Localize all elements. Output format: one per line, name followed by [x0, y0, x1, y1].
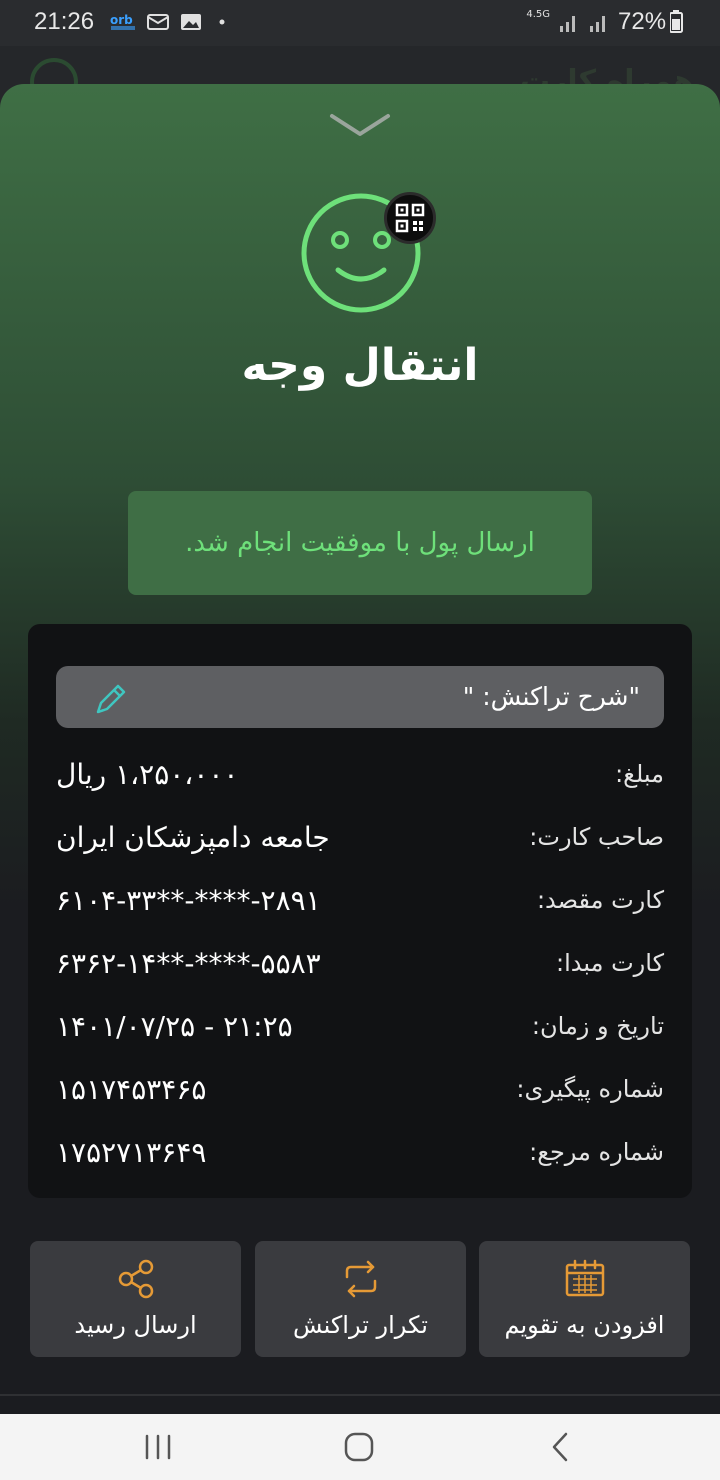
recent-apps-icon[interactable]	[133, 1422, 183, 1472]
source-card-label: کارت مبدا:	[556, 949, 664, 977]
orb-icon: orb	[110, 13, 135, 30]
description-text: "شرح تراکنش: "	[462, 682, 640, 711]
add-to-calendar-label: افزودن به تقویم	[504, 1311, 665, 1339]
reference-number-label: شماره مرجع:	[529, 1138, 664, 1166]
pencil-edit-icon[interactable]	[92, 680, 130, 718]
battery-icon	[670, 10, 683, 33]
battery-percent: 72%	[618, 8, 667, 35]
chevron-down-icon[interactable]	[328, 110, 392, 140]
datetime-value: ۱۴۰۱/۰۷/۲۵ - ۲۱:۲۵	[56, 1010, 293, 1043]
amount-label: مبلغ:	[615, 760, 664, 788]
qr-badge[interactable]	[384, 192, 436, 244]
image-icon	[181, 14, 201, 30]
destination-card-value: ۶۱۰۴-۳۳**-****-۲۸۹۱	[56, 884, 321, 917]
send-receipt-button[interactable]: ارسال رسید	[30, 1241, 241, 1357]
share-icon	[118, 1259, 154, 1299]
qr-code-icon	[395, 203, 425, 233]
amount-value: ۱،۲۵۰،۰۰۰ ریال	[56, 758, 239, 791]
page-title: انتقال وجه	[241, 340, 479, 391]
back-icon[interactable]	[536, 1422, 586, 1472]
signal-icon	[560, 16, 605, 32]
divider	[0, 1394, 720, 1396]
source-card-value: ۶۳۶۲-۱۴**-****-۵۵۸۳	[56, 947, 321, 980]
add-to-calendar-button[interactable]: افزودن به تقویم	[479, 1241, 690, 1357]
success-message: ارسال پول با موفقیت انجام شد.	[128, 491, 592, 595]
card-owner-label: صاحب کارت:	[529, 823, 664, 851]
network-type: 4.5G	[526, 9, 550, 20]
calendar-icon	[565, 1259, 605, 1297]
destination-card-label: کارت مقصد:	[536, 886, 664, 914]
reference-number-value: ۱۷۵۲۷۱۳۶۴۹	[56, 1136, 207, 1169]
tracking-number-label: شماره پیگیری:	[516, 1075, 664, 1103]
repeat-transaction-button[interactable]: تکرار تراکنش	[255, 1241, 466, 1357]
dot-icon	[219, 19, 225, 25]
datetime-label: تاریخ و زمان:	[531, 1012, 664, 1040]
status-time: 21:26	[34, 8, 95, 35]
send-receipt-label: ارسال رسید	[74, 1311, 197, 1339]
svg-text:orb: orb	[110, 13, 133, 27]
card-owner-value: جامعه دامپزشکان ایران	[56, 821, 330, 854]
repeat-transaction-label: تکرار تراکنش	[293, 1311, 428, 1339]
mail-icon	[147, 14, 169, 30]
tracking-number-value: ۱۵۱۷۴۵۳۴۶۵	[56, 1073, 207, 1106]
repeat-icon	[345, 1260, 377, 1298]
home-icon[interactable]	[334, 1422, 384, 1472]
